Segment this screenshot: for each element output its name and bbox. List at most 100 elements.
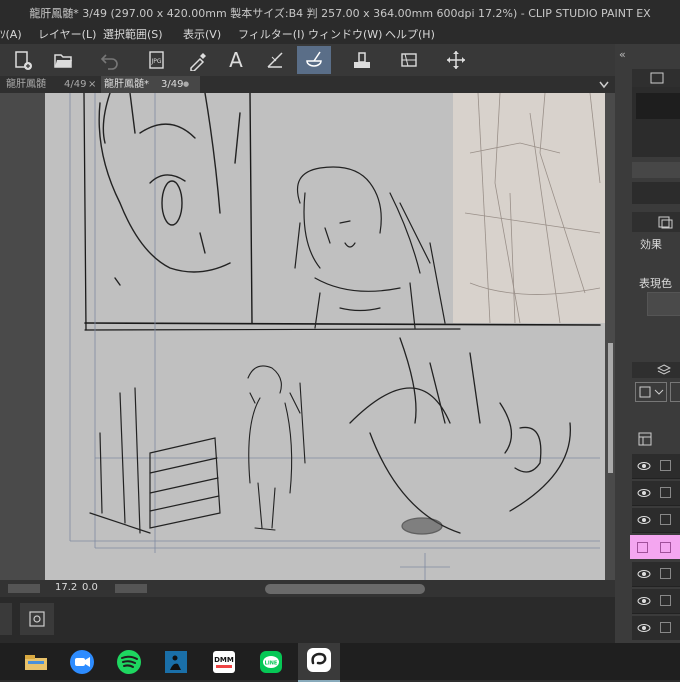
menu-layer[interactable]: レイヤー(L) bbox=[38, 26, 96, 42]
menu-selection[interactable]: 選択範囲(S) bbox=[103, 26, 163, 42]
new-file-icon bbox=[15, 51, 32, 70]
jpeg-label: JPG bbox=[150, 58, 161, 65]
lock-checkbox[interactable] bbox=[660, 460, 671, 471]
rotation-slider[interactable] bbox=[115, 584, 147, 593]
eye-icon[interactable] bbox=[637, 596, 651, 606]
zoom-value[interactable]: 17.2 bbox=[55, 582, 77, 593]
eye-icon[interactable] bbox=[637, 515, 651, 525]
panel-menu-icon[interactable] bbox=[650, 72, 664, 84]
vertical-scrollbar[interactable] bbox=[608, 343, 613, 473]
navigator-preview bbox=[632, 87, 680, 157]
export-jpeg-icon: JPG bbox=[149, 51, 164, 69]
color-slider[interactable] bbox=[632, 182, 680, 204]
lock-checkbox[interactable] bbox=[660, 487, 671, 498]
spotify-icon bbox=[117, 650, 141, 674]
layer-row[interactable] bbox=[632, 454, 680, 479]
lock-checkbox[interactable] bbox=[660, 568, 671, 579]
zoom-slider[interactable] bbox=[8, 584, 40, 593]
blend-mode-select[interactable] bbox=[635, 382, 667, 402]
undo-button[interactable] bbox=[93, 46, 127, 74]
unsaved-dot-icon: ● bbox=[183, 80, 190, 88]
effect-label: 効果 bbox=[640, 238, 662, 251]
open-folder-button[interactable] bbox=[46, 46, 80, 74]
zoom-taskbar-button[interactable] bbox=[68, 648, 96, 676]
menu-bar: ｿ(A) レイヤー(L) 選択範囲(S) 表示(V) フィルター(I) ウィンド… bbox=[0, 24, 680, 44]
preview-thumb bbox=[636, 93, 680, 119]
kindle-taskbar-button[interactable] bbox=[162, 648, 190, 676]
fill-bucket-button[interactable] bbox=[297, 46, 331, 74]
panel-button[interactable] bbox=[0, 603, 12, 635]
command-toolbar: JPG A bbox=[0, 44, 615, 77]
layer-options-icon[interactable] bbox=[638, 432, 652, 446]
tab-page-3[interactable]: 龍肝鳳髄* 3/49 ● bbox=[101, 76, 200, 93]
text-tool-button[interactable]: A bbox=[219, 46, 253, 74]
layer-panel-header bbox=[632, 362, 680, 378]
window-title: 龍肝鳳髄* 3/49 (297.00 x 420.00mm 製本サイズ:B4 判… bbox=[29, 7, 651, 20]
eyedropper-button[interactable] bbox=[180, 46, 214, 74]
lock-checkbox[interactable] bbox=[660, 542, 671, 553]
menu-help[interactable]: ヘルプ(H) bbox=[385, 26, 435, 42]
layer-row[interactable] bbox=[632, 589, 680, 614]
layer-transform-button[interactable] bbox=[392, 46, 426, 74]
move-button[interactable] bbox=[439, 46, 473, 74]
taskbar: DMM LINE bbox=[0, 643, 680, 682]
expression-color-label: 表現色 bbox=[639, 277, 672, 290]
tab-close-icon[interactable]: × bbox=[88, 76, 96, 93]
property-header bbox=[632, 212, 680, 232]
spotify-taskbar-button[interactable] bbox=[115, 648, 143, 676]
menu-animation[interactable]: ｿ(A) bbox=[0, 26, 22, 42]
layer-row[interactable] bbox=[632, 562, 680, 587]
collapse-panel-icon[interactable]: « bbox=[619, 48, 626, 61]
document-tabs: 龍肝鳳髄 4/49 × 龍肝鳳髄* 3/49 ● bbox=[0, 76, 615, 93]
lock-checkbox[interactable] bbox=[660, 595, 671, 606]
lock-checkbox[interactable] bbox=[660, 622, 671, 633]
stamp-icon bbox=[354, 52, 370, 68]
canvas[interactable] bbox=[0, 93, 615, 580]
tab-page: 3/49 bbox=[161, 79, 184, 90]
tab-page-4[interactable]: 龍肝鳳髄 4/49 × bbox=[6, 76, 99, 93]
layer-property-icon bbox=[658, 216, 673, 229]
dmm-books-taskbar-button[interactable]: DMM bbox=[210, 648, 238, 676]
menu-view[interactable]: 表示(V) bbox=[183, 26, 221, 42]
rotation-value[interactable]: 0.0 bbox=[82, 582, 98, 593]
menu-window[interactable]: ウィンドウ(W) bbox=[308, 26, 382, 42]
eye-icon[interactable] bbox=[637, 461, 651, 471]
color-bar[interactable] bbox=[632, 162, 680, 178]
layer-row[interactable] bbox=[632, 508, 680, 533]
undo-icon bbox=[100, 54, 118, 70]
opacity-field[interactable] bbox=[670, 382, 680, 402]
explorer-taskbar-button[interactable] bbox=[22, 648, 50, 676]
new-file-button[interactable] bbox=[6, 46, 40, 74]
kindle-icon bbox=[165, 651, 187, 673]
settings-button[interactable] bbox=[20, 603, 54, 635]
tab-title: 龍肝鳳髄 bbox=[6, 79, 46, 90]
eyedropper-icon bbox=[190, 53, 206, 71]
layer-row[interactable] bbox=[632, 616, 680, 640]
clip-studio-taskbar-button[interactable] bbox=[298, 643, 340, 682]
layers-icon bbox=[657, 364, 671, 375]
tab-list-chevron-icon[interactable] bbox=[598, 80, 610, 90]
layer-row-selected[interactable] bbox=[630, 535, 680, 559]
layer-row[interactable] bbox=[632, 481, 680, 506]
blend-mode-row bbox=[632, 378, 680, 408]
file-explorer-icon bbox=[25, 655, 47, 670]
expression-color-select[interactable] bbox=[647, 292, 680, 316]
menu-filter[interactable]: フィルター(I) bbox=[238, 26, 305, 42]
eye-icon[interactable] bbox=[637, 623, 651, 633]
panel-header bbox=[632, 69, 680, 87]
move-icon bbox=[447, 51, 465, 69]
export-jpeg-button[interactable]: JPG bbox=[140, 46, 174, 74]
visibility-checkbox[interactable] bbox=[637, 542, 648, 553]
dmm-label: DMM bbox=[214, 656, 234, 664]
line-app-icon: LINE bbox=[260, 651, 282, 673]
eye-icon[interactable] bbox=[637, 488, 651, 498]
ruler-button[interactable] bbox=[258, 46, 292, 74]
clip-studio-icon bbox=[307, 648, 331, 672]
stamp-button[interactable] bbox=[345, 46, 379, 74]
gear-icon bbox=[29, 611, 45, 627]
horizontal-scrollbar[interactable] bbox=[265, 584, 425, 594]
lock-checkbox[interactable] bbox=[660, 514, 671, 525]
layer-panel: « 効果 表現色 bbox=[615, 44, 680, 644]
line-taskbar-button[interactable]: LINE bbox=[257, 648, 285, 676]
eye-icon[interactable] bbox=[637, 569, 651, 579]
